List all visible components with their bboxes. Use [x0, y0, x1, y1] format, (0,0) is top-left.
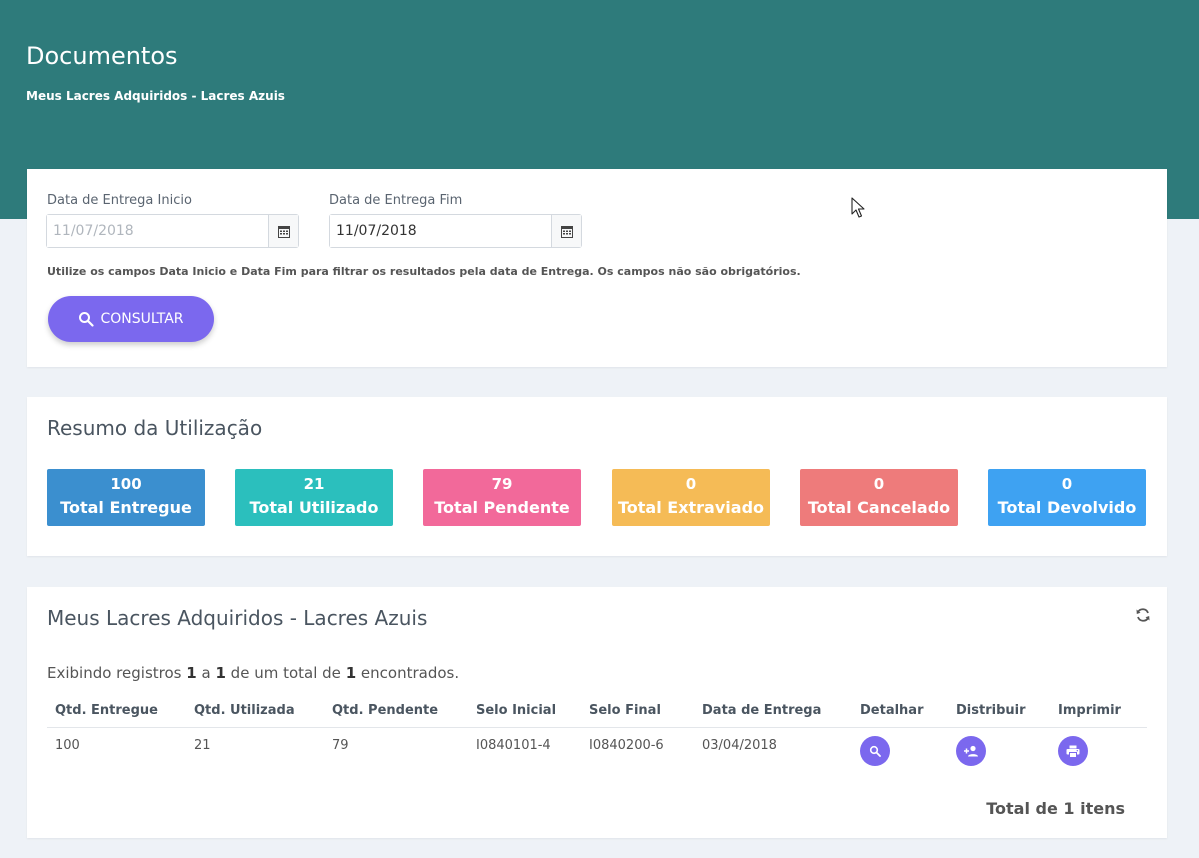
start-date-group	[46, 214, 299, 248]
col-qtd-entregue: Qtd. Entregue	[55, 703, 158, 718]
stat-label: Total Cancelado	[807, 498, 951, 517]
cell-selo-final: I0840200-6	[589, 738, 664, 753]
search-icon	[869, 745, 881, 757]
stat-total-extraviado: 0 Total Extraviado	[612, 469, 770, 526]
search-icon	[79, 312, 95, 327]
cell-data-entrega: 03/04/2018	[702, 738, 777, 753]
end-date-input[interactable]	[330, 215, 551, 247]
mouse-cursor-icon	[851, 197, 865, 218]
stat-value: 21	[303, 475, 325, 493]
records-suffix: encontrados.	[360, 664, 460, 682]
stat-label: Total Pendente	[434, 498, 570, 517]
cell-qtd-entregue: 100	[55, 738, 80, 753]
col-selo-inicial: Selo Inicial	[476, 703, 557, 718]
person-add-icon	[964, 745, 978, 757]
stat-value: 79	[491, 475, 513, 493]
end-date-label: Data de Entrega Fim	[329, 193, 463, 208]
col-qtd-utilizada: Qtd. Utilizada	[194, 703, 295, 718]
refresh-icon[interactable]	[1135, 607, 1151, 627]
start-date-label: Data de Entrega Inicio	[47, 193, 192, 208]
distribuir-button[interactable]	[956, 736, 986, 766]
printer-icon	[1066, 745, 1080, 758]
stat-total-utilizado: 21 Total Utilizado	[235, 469, 393, 526]
cell-selo-inicial: I0840101-4	[476, 738, 551, 753]
start-date-input[interactable]	[47, 215, 268, 247]
records-to: 1	[215, 664, 226, 682]
col-qtd-pendente: Qtd. Pendente	[332, 703, 439, 718]
summary-title: Resumo da Utilização	[47, 416, 263, 440]
calendar-icon[interactable]	[551, 215, 581, 247]
stat-total-cancelado: 0 Total Cancelado	[800, 469, 958, 526]
col-imprimir: Imprimir	[1058, 703, 1121, 718]
stat-total-devolvido: 0 Total Devolvido	[988, 469, 1146, 526]
records-from: 1	[186, 664, 197, 682]
col-distribuir: Distribuir	[956, 703, 1026, 718]
col-selo-final: Selo Final	[589, 703, 661, 718]
stat-total-pendente: 79 Total Pendente	[423, 469, 581, 526]
consultar-button[interactable]: CONSULTAR	[48, 296, 214, 342]
page-subtitle: Meus Lacres Adquiridos - Lacres Azuis	[26, 89, 285, 103]
filter-help-text: Utilize os campos Data Inicio e Data Fim…	[47, 265, 801, 278]
summary-card: Resumo da Utilização 100 Total Entregue …	[27, 397, 1167, 556]
stat-value: 0	[873, 475, 885, 493]
detalhar-button[interactable]	[860, 736, 890, 766]
records-prefix: Exibindo registros	[47, 664, 182, 682]
calendar-icon[interactable]	[268, 215, 298, 247]
col-data-entrega: Data de Entrega	[702, 703, 822, 718]
stat-value: 0	[1061, 475, 1073, 493]
col-detalhar: Detalhar	[860, 703, 924, 718]
lacres-table-card: Meus Lacres Adquiridos - Lacres Azuis Ex…	[27, 587, 1167, 838]
stat-value: 100	[110, 475, 142, 493]
cell-qtd-utilizada: 21	[194, 738, 211, 753]
cell-qtd-pendente: 79	[332, 738, 349, 753]
stat-label: Total Devolvido	[997, 498, 1137, 517]
stat-label: Total Extraviado	[617, 498, 765, 517]
stat-value: 0	[685, 475, 697, 493]
filter-card: Data de Entrega Inicio Data de Entrega F…	[27, 169, 1167, 367]
records-total: 1	[345, 664, 357, 682]
records-summary: Exibindo registros 1 a 1 de um total de …	[47, 664, 459, 682]
page-title: Documentos	[26, 42, 178, 70]
imprimir-button[interactable]	[1058, 736, 1088, 766]
total-items: Total de 1 itens	[986, 799, 1125, 818]
records-a: a	[201, 664, 211, 682]
end-date-group	[329, 214, 582, 248]
table-title: Meus Lacres Adquiridos - Lacres Azuis	[47, 606, 428, 630]
records-mid: de um total de	[230, 664, 341, 682]
stat-total-entregue: 100 Total Entregue	[47, 469, 205, 526]
consultar-button-label: CONSULTAR	[100, 311, 184, 327]
table-header-divider	[47, 727, 1147, 728]
stat-label: Total Utilizado	[249, 498, 379, 517]
stat-label: Total Entregue	[60, 498, 192, 517]
